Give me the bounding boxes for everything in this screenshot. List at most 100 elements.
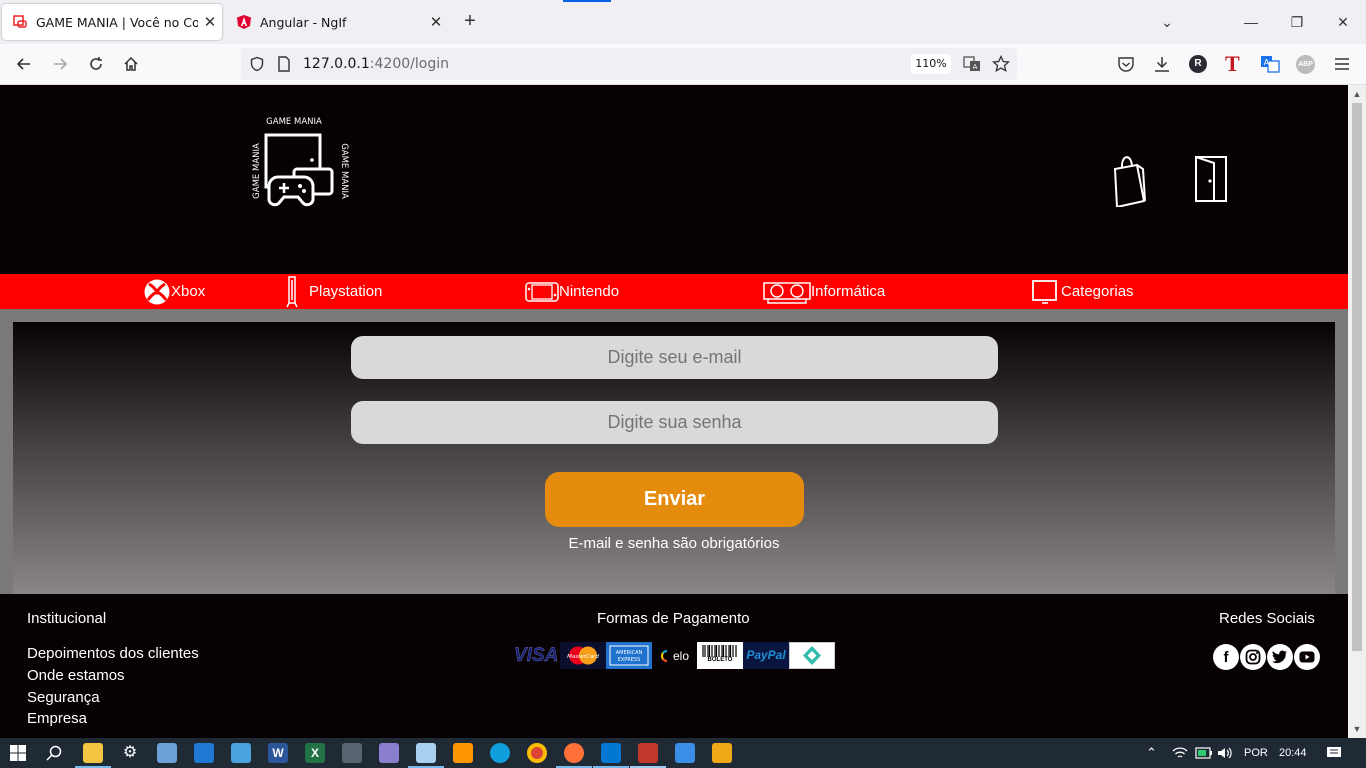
- monitor-icon: [1032, 279, 1057, 304]
- vscode-icon[interactable]: [601, 743, 621, 763]
- svg-text:MasterCard: MasterCard: [567, 654, 599, 660]
- firefox-icon[interactable]: [564, 743, 584, 763]
- translator-extension-icon[interactable]: A: [1260, 55, 1280, 73]
- address-bar[interactable]: 127.0.0.1:4200/login 110% A: [241, 48, 1017, 80]
- new-tab-button[interactable]: +: [458, 10, 482, 34]
- battery-icon[interactable]: [1195, 747, 1213, 759]
- media-player-icon[interactable]: [712, 743, 732, 763]
- adblock-icon[interactable]: ABP: [1296, 55, 1315, 74]
- email-field[interactable]: [351, 336, 998, 379]
- remote-desktop-icon[interactable]: [675, 743, 695, 763]
- close-tab-icon[interactable]: ✕: [198, 13, 222, 31]
- paint-icon[interactable]: [379, 743, 399, 763]
- youtube-icon[interactable]: [1294, 644, 1320, 670]
- calculator-icon[interactable]: [342, 743, 362, 763]
- tab-list-button[interactable]: ⌄: [1144, 8, 1190, 36]
- menu-icon[interactable]: [1334, 57, 1350, 71]
- submit-button[interactable]: Enviar: [545, 472, 804, 527]
- instagram-icon[interactable]: [1240, 644, 1266, 670]
- close-window-button[interactable]: ✕: [1320, 8, 1366, 36]
- system-info-icon[interactable]: [157, 743, 177, 763]
- category-playstation[interactable]: Playstation: [285, 274, 382, 309]
- controller-favicon-icon: [13, 15, 27, 28]
- facebook-icon[interactable]: f: [1213, 644, 1239, 670]
- web-page: GAME MANIA GAME MANIA GAME MANIA Xbox Pl…: [0, 85, 1348, 738]
- institutional-title: Institucional: [27, 610, 107, 627]
- sublime-text-icon[interactable]: [453, 743, 473, 763]
- door-icon[interactable]: [1194, 155, 1228, 203]
- category-label: Categorias: [1061, 283, 1134, 300]
- scroll-down-icon[interactable]: ▼: [1348, 720, 1366, 738]
- back-button[interactable]: [10, 50, 38, 78]
- tray-chevron-icon[interactable]: ⌃: [1146, 738, 1157, 768]
- bookmark-star-icon[interactable]: [992, 55, 1010, 73]
- logo-text-right: GAME MANIA: [339, 143, 349, 199]
- shopping-bag-icon[interactable]: [1111, 151, 1147, 207]
- settings-gear-icon[interactable]: ⚙: [120, 743, 140, 763]
- word-icon[interactable]: W: [268, 743, 288, 763]
- url-text[interactable]: 127.0.0.1:4200/login: [303, 56, 449, 72]
- mastercard-icon: MasterCard: [567, 646, 599, 665]
- category-xbox[interactable]: Xbox: [143, 274, 205, 309]
- elo-label: elo: [672, 648, 689, 663]
- minimize-button[interactable]: —: [1228, 8, 1274, 36]
- notepad-icon[interactable]: [416, 743, 436, 763]
- tab-game-mania[interactable]: GAME MANIA | Você no Controle ✕: [2, 4, 222, 40]
- edge-icon[interactable]: [490, 743, 510, 763]
- notifications-icon[interactable]: [1326, 746, 1342, 760]
- file-explorer-icon[interactable]: [83, 743, 103, 763]
- instagram-glyph: [1245, 649, 1261, 665]
- url-host: 127.0.0.1: [303, 56, 370, 72]
- svg-text:EXPRESS: EXPRESS: [618, 657, 641, 663]
- scrollbar-thumb[interactable]: [1352, 103, 1362, 651]
- pocket-icon[interactable]: [1117, 56, 1135, 73]
- zoom-level-button[interactable]: 110%: [911, 54, 951, 74]
- snipping-tool-icon[interactable]: [638, 743, 658, 763]
- wifi-icon[interactable]: [1172, 746, 1188, 760]
- extension-t-icon[interactable]: T: [1225, 51, 1245, 76]
- download-icon[interactable]: [1153, 55, 1171, 73]
- chrome-icon[interactable]: [527, 743, 547, 763]
- home-icon: [124, 56, 138, 71]
- store-icon[interactable]: [231, 743, 251, 763]
- footer-link-depoimentos[interactable]: Depoimentos dos clientes: [27, 645, 199, 662]
- page-scrollbar[interactable]: ▲ ▼: [1348, 85, 1366, 738]
- mail-icon[interactable]: [194, 743, 214, 763]
- login-panel: Enviar E-mail e senha são obrigatórios: [13, 322, 1335, 594]
- category-nintendo[interactable]: Nintendo: [525, 274, 619, 309]
- tab-angular[interactable]: Angular - NgIf ✕: [226, 4, 448, 40]
- twitter-icon[interactable]: [1267, 644, 1293, 670]
- svg-text:A: A: [973, 63, 978, 71]
- clock[interactable]: 20:44: [1279, 738, 1307, 768]
- excel-icon[interactable]: X: [305, 743, 325, 763]
- mastercard-logo: MasterCard: [560, 642, 606, 669]
- translate-icon[interactable]: A: [963, 56, 981, 72]
- payments-title: Formas de Pagamento: [597, 610, 750, 627]
- footer-link-onde-estamos[interactable]: Onde estamos: [27, 667, 125, 684]
- windows-start-icon[interactable]: [10, 745, 26, 761]
- forward-button[interactable]: [46, 50, 74, 78]
- reload-button[interactable]: [82, 50, 110, 78]
- tab-loading-indicator: [563, 0, 611, 2]
- password-field[interactable]: [351, 401, 998, 444]
- footer-link-empresa[interactable]: Empresa: [27, 710, 87, 727]
- extension-r-icon[interactable]: R: [1189, 55, 1207, 73]
- search-icon[interactable]: [46, 745, 62, 761]
- twitter-glyph: [1272, 650, 1287, 664]
- amex-logo: AMERICAN EXPRESS: [606, 642, 652, 669]
- footer-link-seguranca[interactable]: Segurança: [27, 689, 100, 706]
- home-button[interactable]: [117, 50, 145, 78]
- category-informatica[interactable]: Informática: [763, 274, 885, 309]
- playstation-icon: [286, 276, 298, 308]
- youtube-glyph: [1299, 651, 1315, 663]
- game-mania-logo[interactable]: GAME MANIA GAME MANIA GAME MANIA: [248, 113, 352, 217]
- tab-title: GAME MANIA | Você no Controle: [36, 14, 198, 30]
- restore-button[interactable]: ❐: [1274, 8, 1320, 36]
- page-icon[interactable]: [277, 56, 291, 72]
- category-categorias[interactable]: Categorias: [1032, 274, 1134, 309]
- shield-icon[interactable]: [249, 56, 265, 72]
- volume-icon[interactable]: [1217, 746, 1233, 760]
- scroll-up-icon[interactable]: ▲: [1348, 85, 1366, 103]
- language-indicator[interactable]: POR: [1244, 738, 1268, 768]
- close-tab-icon[interactable]: ✕: [424, 13, 448, 31]
